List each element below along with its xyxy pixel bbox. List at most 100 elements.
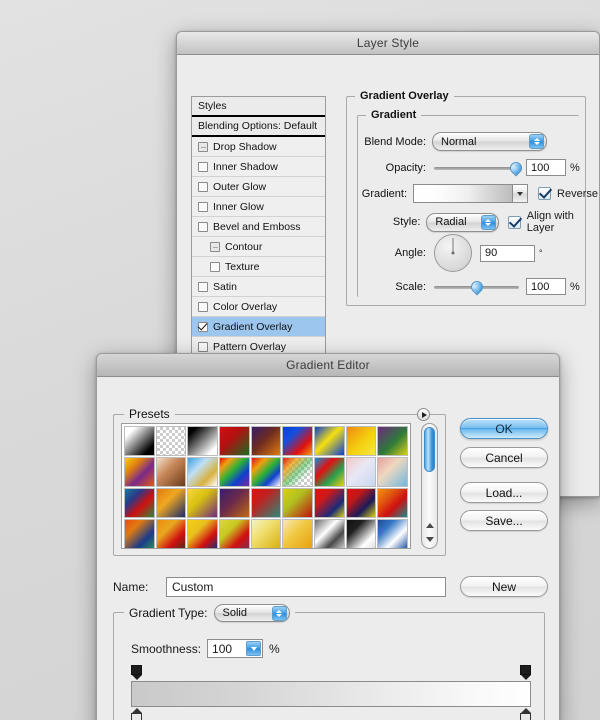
preset-swatch[interactable] xyxy=(187,488,218,518)
style-row-inner-shadow[interactable]: Inner Shadow xyxy=(192,157,325,177)
style-row-bevel-and-emboss[interactable]: Bevel and Emboss xyxy=(192,217,325,237)
preset-swatch[interactable] xyxy=(218,426,250,456)
blend-mode-select[interactable]: Normal xyxy=(432,132,547,151)
gradient-bar[interactable] xyxy=(131,681,531,707)
preset-swatch[interactable] xyxy=(345,488,377,518)
preset-swatch[interactable] xyxy=(282,457,313,487)
preset-swatch[interactable] xyxy=(124,519,155,548)
preset-swatch[interactable] xyxy=(282,426,313,456)
opacity-stop-bottom-left[interactable] xyxy=(131,708,142,720)
chevron-updown-icon[interactable] xyxy=(271,606,287,621)
style-checkbox[interactable] xyxy=(198,221,208,232)
style-checkbox[interactable] xyxy=(198,342,208,352)
scale-input[interactable]: 100 xyxy=(526,278,566,295)
style-row-drop-shadow[interactable]: Drop Shadow xyxy=(192,137,325,157)
chevron-updown-icon[interactable] xyxy=(529,134,544,149)
preset-swatch[interactable] xyxy=(218,488,250,518)
smoothness-input[interactable]: 100 xyxy=(207,639,264,658)
style-checkbox[interactable] xyxy=(198,141,208,152)
save-button[interactable]: Save... xyxy=(460,510,548,531)
gradient-preview-strip[interactable] xyxy=(413,184,514,203)
style-row-contour[interactable]: Contour xyxy=(192,237,325,257)
reverse-checkbox[interactable] xyxy=(538,187,552,200)
opacity-stop-bottom-right[interactable] xyxy=(520,708,531,720)
preset-swatch[interactable] xyxy=(377,426,408,456)
chevron-down-icon[interactable] xyxy=(513,184,529,203)
opacity-slider-knob[interactable] xyxy=(507,159,525,176)
presets-swatch-grid[interactable] xyxy=(121,423,411,549)
preset-swatch[interactable] xyxy=(218,519,250,548)
style-checkbox[interactable] xyxy=(198,301,208,312)
scale-slider[interactable] xyxy=(434,278,519,295)
name-input[interactable]: Custom xyxy=(166,576,446,597)
style-row-satin[interactable]: Satin xyxy=(192,277,325,297)
blending-options-row[interactable]: Blending Options: Default xyxy=(192,117,325,137)
scrollbar-thumb[interactable] xyxy=(424,427,435,472)
style-checkbox[interactable] xyxy=(198,201,208,212)
preset-swatch[interactable] xyxy=(187,519,218,548)
opacity-slider[interactable] xyxy=(434,159,525,176)
preset-swatch[interactable] xyxy=(124,488,155,518)
preset-swatch[interactable] xyxy=(187,426,218,456)
preset-swatch[interactable] xyxy=(250,457,282,487)
new-button[interactable]: New xyxy=(460,576,548,597)
style-row-texture[interactable]: Texture xyxy=(192,257,325,277)
style-checkbox[interactable] xyxy=(210,261,220,272)
gradient-type-select[interactable]: Solid xyxy=(213,604,290,622)
scroll-up-icon[interactable] xyxy=(423,519,436,532)
ok-button[interactable]: OK xyxy=(460,418,548,439)
style-checkbox[interactable] xyxy=(210,241,220,252)
presets-menu-icon[interactable] xyxy=(417,408,430,421)
styles-list[interactable]: Styles Blending Options: Default Drop Sh… xyxy=(191,96,326,358)
scale-slider-knob[interactable] xyxy=(468,278,486,295)
preset-swatch[interactable] xyxy=(345,426,377,456)
preset-swatch[interactable] xyxy=(377,488,408,518)
style-row-inner-glow[interactable]: Inner Glow xyxy=(192,197,325,217)
scroll-down-icon[interactable] xyxy=(423,533,436,546)
preset-swatch[interactable] xyxy=(313,488,345,518)
gradient-preview-button[interactable] xyxy=(413,184,529,203)
style-checkbox[interactable] xyxy=(198,281,208,292)
preset-swatch[interactable] xyxy=(313,457,345,487)
preset-swatch[interactable] xyxy=(377,457,408,487)
preset-swatch[interactable] xyxy=(155,488,187,518)
preset-swatch[interactable] xyxy=(345,519,377,548)
style-row-outer-glow[interactable]: Outer Glow xyxy=(192,177,325,197)
color-stop-top-left[interactable] xyxy=(131,665,142,680)
chevron-down-icon[interactable] xyxy=(246,641,262,656)
preset-swatch[interactable] xyxy=(377,519,408,548)
preset-swatch[interactable] xyxy=(250,426,282,456)
preset-swatch[interactable] xyxy=(313,519,345,548)
style-select[interactable]: Radial xyxy=(426,212,499,232)
preset-swatch[interactable] xyxy=(250,519,282,548)
color-stop-top-right[interactable] xyxy=(520,665,531,680)
preset-swatch[interactable] xyxy=(313,426,345,456)
cancel-button[interactable]: Cancel xyxy=(460,447,548,468)
preset-swatch[interactable] xyxy=(187,457,218,487)
style-row-gradient-overlay[interactable]: Gradient Overlay xyxy=(192,317,325,337)
preset-swatch[interactable] xyxy=(250,488,282,518)
opacity-input[interactable]: 100 xyxy=(526,159,566,176)
chevron-updown-icon[interactable] xyxy=(480,214,496,230)
preset-swatch[interactable] xyxy=(155,519,187,548)
style-checkbox[interactable] xyxy=(198,181,208,192)
preset-swatch[interactable] xyxy=(124,457,155,487)
style-row-color-overlay[interactable]: Color Overlay xyxy=(192,297,325,317)
preset-swatch[interactable] xyxy=(345,457,377,487)
preset-swatch[interactable] xyxy=(155,426,187,456)
align-with-layer-checkbox[interactable] xyxy=(507,215,521,229)
style-checkbox[interactable] xyxy=(198,321,208,332)
style-checkbox[interactable] xyxy=(198,161,208,172)
preset-swatch[interactable] xyxy=(155,457,187,487)
gradient-editor-titlebar[interactable]: Gradient Editor xyxy=(97,354,559,377)
preset-swatch[interactable] xyxy=(218,457,250,487)
angle-input[interactable]: 90 xyxy=(480,244,535,262)
preset-swatch[interactable] xyxy=(282,519,313,548)
gradient-editor-window[interactable]: Gradient Editor Presets OK Cancel Load..… xyxy=(96,353,560,720)
presets-scrollbar[interactable] xyxy=(421,423,438,549)
preset-swatch[interactable] xyxy=(124,426,155,456)
angle-dial[interactable] xyxy=(434,234,472,272)
layer-style-titlebar[interactable]: Layer Style xyxy=(177,32,599,55)
preset-swatch[interactable] xyxy=(282,488,313,518)
load-button[interactable]: Load... xyxy=(460,482,548,503)
